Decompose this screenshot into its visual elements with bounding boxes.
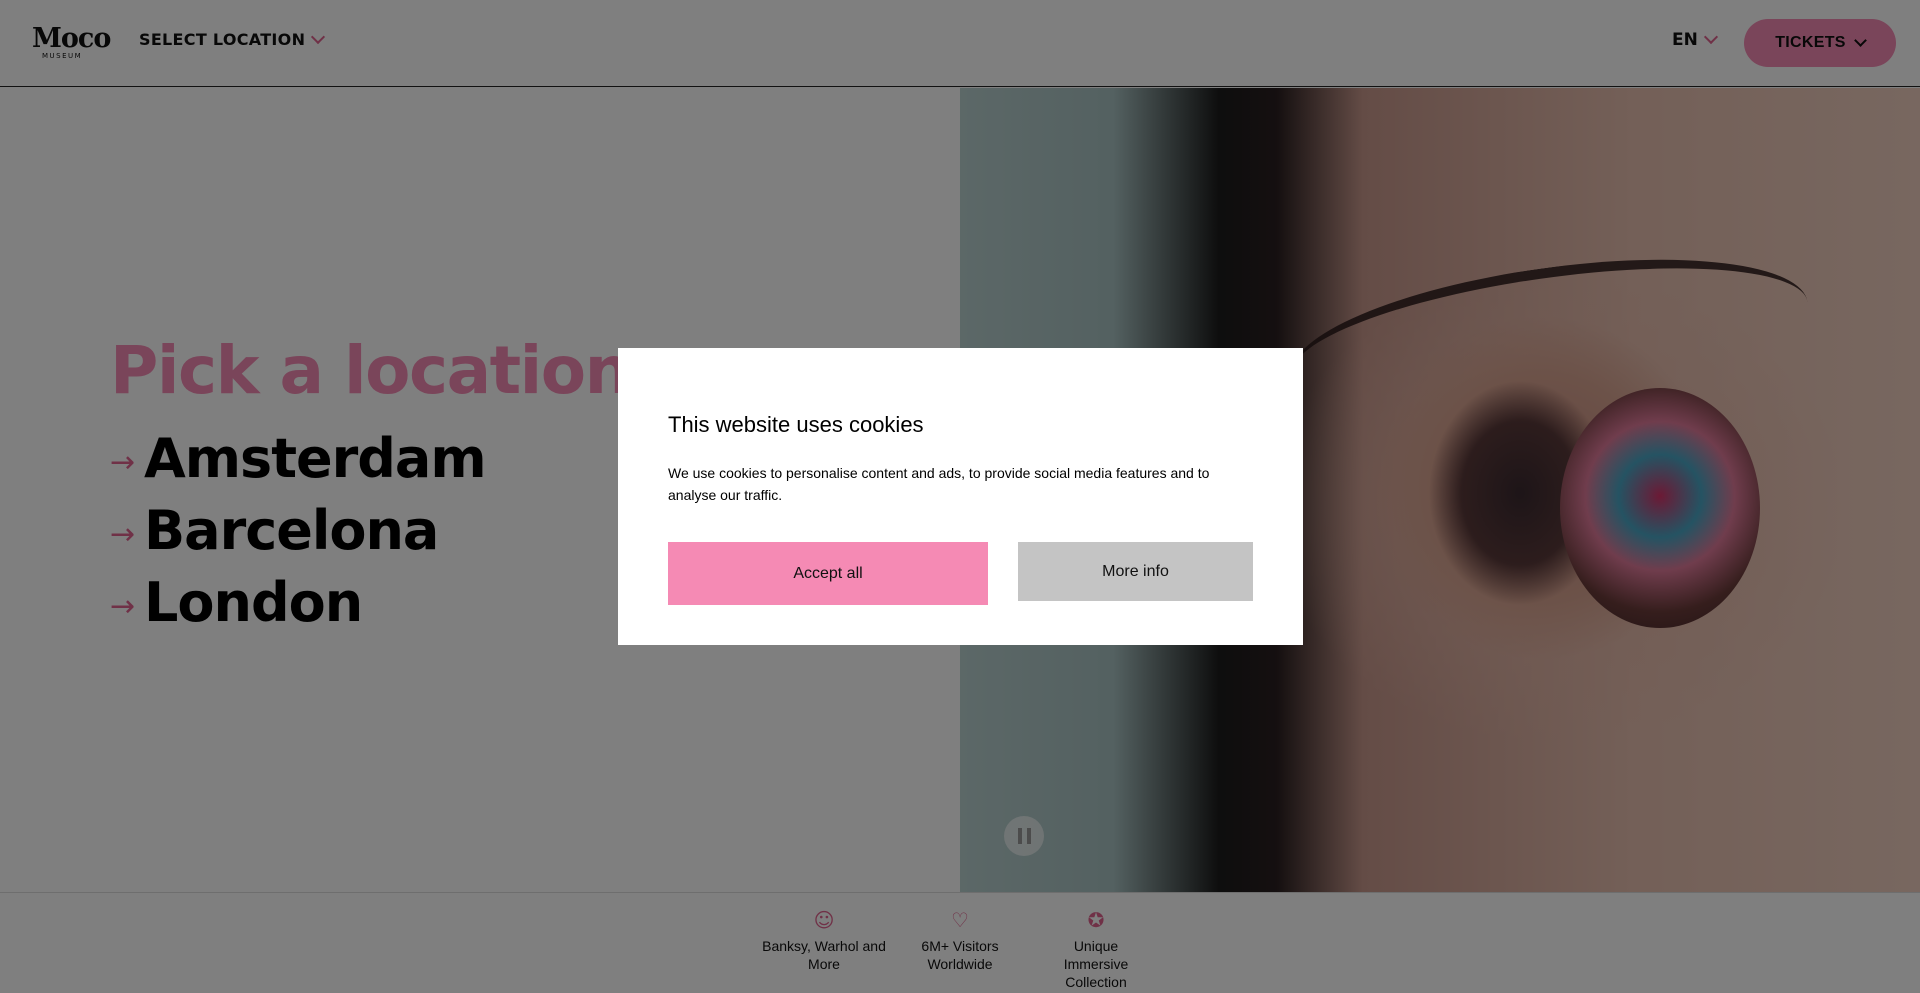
cookie-consent-dialog: This website uses cookies We use cookies…	[618, 348, 1303, 645]
cookie-dialog-body: We use cookies to personalise content an…	[668, 465, 1210, 503]
cookie-dialog-title: This website uses cookies	[668, 412, 924, 437]
more-info-button[interactable]: More info	[1018, 542, 1253, 601]
accept-all-button[interactable]: Accept all	[668, 542, 988, 605]
